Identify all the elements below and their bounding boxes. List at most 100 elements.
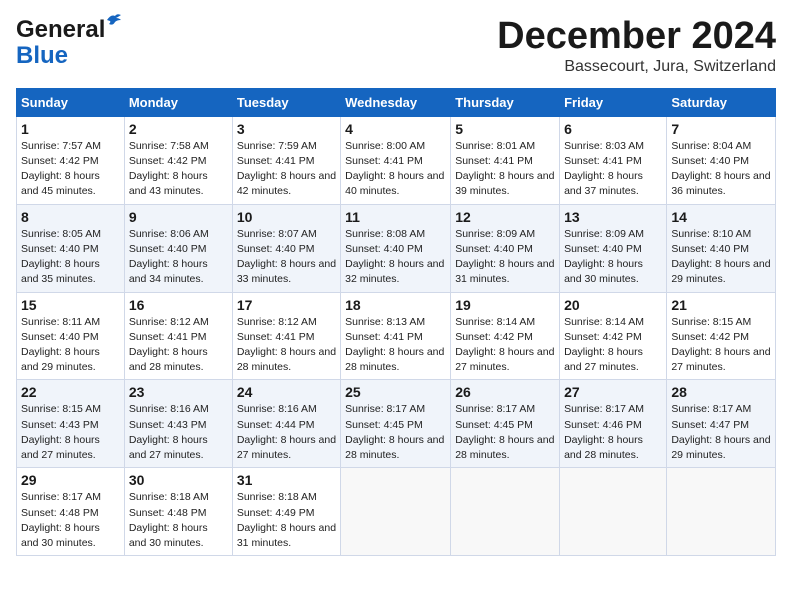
day-info: Sunrise: 8:16 AM Sunset: 4:43 PM Dayligh…	[129, 402, 228, 463]
day-info: Sunrise: 8:15 AM Sunset: 4:42 PM Dayligh…	[671, 315, 771, 376]
calendar-cell: 29Sunrise: 8:17 AM Sunset: 4:48 PM Dayli…	[17, 468, 125, 556]
day-number: 22	[21, 384, 120, 400]
day-info: Sunrise: 8:07 AM Sunset: 4:40 PM Dayligh…	[237, 227, 336, 288]
logo: General Blue	[16, 16, 105, 70]
day-info: Sunrise: 8:16 AM Sunset: 4:44 PM Dayligh…	[237, 402, 336, 463]
calendar-cell: 11Sunrise: 8:08 AM Sunset: 4:40 PM Dayli…	[341, 204, 451, 292]
day-info: Sunrise: 8:17 AM Sunset: 4:48 PM Dayligh…	[21, 490, 120, 551]
weekday-header-saturday: Saturday	[667, 88, 776, 116]
day-number: 24	[237, 384, 336, 400]
calendar-cell: 12 Sunrise: 8:09 AM Sunset: 4:40 PM Dayli…	[451, 204, 560, 292]
day-info: Sunrise: 8:10 AM Sunset: 4:40 PM Dayligh…	[671, 227, 771, 288]
day-number: 31	[237, 472, 336, 488]
calendar-cell: 20Sunrise: 8:14 AM Sunset: 4:42 PM Dayli…	[560, 292, 667, 380]
day-number: 13	[564, 209, 662, 225]
day-number: 23	[129, 384, 228, 400]
calendar-cell: 9 Sunrise: 8:06 AM Sunset: 4:40 PM Daylig…	[124, 204, 232, 292]
calendar-cell: 17 Sunrise: 8:12 AM Sunset: 4:41 PM Dayli…	[232, 292, 340, 380]
day-info: Sunrise: 8:12 AM Sunset: 4:41 PM Dayligh…	[129, 315, 228, 376]
day-number: 11	[345, 209, 446, 225]
day-number: 12	[455, 209, 555, 225]
calendar-cell: 22 Sunrise: 8:15 AM Sunset: 4:43 PM Dayli…	[17, 380, 125, 468]
day-number: 27	[564, 384, 662, 400]
calendar-cell	[341, 468, 451, 556]
day-info: Sunrise: 8:09 AM Sunset: 4:40 PM Dayligh…	[455, 227, 555, 288]
day-number: 5	[455, 121, 555, 137]
calendar-cell: 31 Sunrise: 8:18 AM Sunset: 4:49 PM Dayli…	[232, 468, 340, 556]
day-number: 28	[671, 384, 771, 400]
day-number: 9	[129, 209, 228, 225]
calendar-cell: 24 Sunrise: 8:16 AM Sunset: 4:44 PM Dayli…	[232, 380, 340, 468]
calendar-week-row: 8 Sunrise: 8:05 AM Sunset: 4:40 PM Daylig…	[17, 204, 776, 292]
weekday-header-friday: Friday	[560, 88, 667, 116]
day-number: 25	[345, 384, 446, 400]
calendar-cell: 10 Sunrise: 8:07 AM Sunset: 4:40 PM Dayli…	[232, 204, 340, 292]
day-number: 18	[345, 297, 446, 313]
calendar-cell: 8 Sunrise: 8:05 AM Sunset: 4:40 PM Daylig…	[17, 204, 125, 292]
calendar-week-row: 22 Sunrise: 8:15 AM Sunset: 4:43 PM Dayli…	[17, 380, 776, 468]
day-info: Sunrise: 8:18 AM Sunset: 4:49 PM Dayligh…	[237, 490, 336, 551]
calendar-cell: 5Sunrise: 8:01 AM Sunset: 4:41 PM Daylig…	[451, 116, 560, 204]
day-number: 7	[671, 121, 771, 137]
day-info: Sunrise: 8:13 AM Sunset: 4:41 PM Dayligh…	[345, 315, 446, 376]
calendar-cell	[667, 468, 776, 556]
calendar-cell: 18 Sunrise: 8:13 AM Sunset: 4:41 PM Dayli…	[341, 292, 451, 380]
day-info: Sunrise: 8:05 AM Sunset: 4:40 PM Dayligh…	[21, 227, 120, 288]
calendar-cell: 14 Sunrise: 8:10 AM Sunset: 4:40 PM Dayli…	[667, 204, 776, 292]
day-info: Sunrise: 8:09 AM Sunset: 4:40 PM Dayligh…	[564, 227, 662, 288]
day-number: 17	[237, 297, 336, 313]
location-subtitle: Bassecourt, Jura, Switzerland	[497, 58, 776, 76]
logo-blue: Blue	[16, 42, 68, 70]
calendar-cell: 7 Sunrise: 8:04 AM Sunset: 4:40 PM Daylig…	[667, 116, 776, 204]
calendar-cell	[451, 468, 560, 556]
weekday-header-row: SundayMondayTuesdayWednesdayThursdayFrid…	[17, 88, 776, 116]
calendar-cell	[560, 468, 667, 556]
day-info: Sunrise: 8:12 AM Sunset: 4:41 PM Dayligh…	[237, 315, 336, 376]
day-number: 14	[671, 209, 771, 225]
calendar-cell: 3 Sunrise: 7:59 AM Sunset: 4:41 PM Daylig…	[232, 116, 340, 204]
day-info: Sunrise: 7:59 AM Sunset: 4:41 PM Dayligh…	[237, 139, 336, 200]
calendar-week-row: 15 Sunrise: 8:11 AM Sunset: 4:40 PM Dayli…	[17, 292, 776, 380]
day-info: Sunrise: 8:18 AM Sunset: 4:48 PM Dayligh…	[129, 490, 228, 551]
logo-bird-icon	[105, 12, 123, 28]
day-info: Sunrise: 8:17 AM Sunset: 4:45 PM Dayligh…	[345, 402, 446, 463]
weekday-header-monday: Monday	[124, 88, 232, 116]
day-number: 6	[564, 121, 662, 137]
day-number: 3	[237, 121, 336, 137]
calendar-cell: 15 Sunrise: 8:11 AM Sunset: 4:40 PM Dayli…	[17, 292, 125, 380]
day-info: Sunrise: 8:11 AM Sunset: 4:40 PM Dayligh…	[21, 315, 120, 376]
month-title: December 2024	[497, 16, 776, 58]
day-number: 21	[671, 297, 771, 313]
calendar-cell: 25 Sunrise: 8:17 AM Sunset: 4:45 PM Dayli…	[341, 380, 451, 468]
day-number: 30	[129, 472, 228, 488]
day-number: 16	[129, 297, 228, 313]
calendar-cell: 23 Sunrise: 8:16 AM Sunset: 4:43 PM Dayli…	[124, 380, 232, 468]
calendar-week-row: 29Sunrise: 8:17 AM Sunset: 4:48 PM Dayli…	[17, 468, 776, 556]
day-number: 4	[345, 121, 446, 137]
calendar-cell: 21 Sunrise: 8:15 AM Sunset: 4:42 PM Dayli…	[667, 292, 776, 380]
day-info: Sunrise: 8:14 AM Sunset: 4:42 PM Dayligh…	[564, 315, 662, 376]
day-info: Sunrise: 8:00 AM Sunset: 4:41 PM Dayligh…	[345, 139, 446, 200]
day-info: Sunrise: 8:15 AM Sunset: 4:43 PM Dayligh…	[21, 402, 120, 463]
day-info: Sunrise: 8:06 AM Sunset: 4:40 PM Dayligh…	[129, 227, 228, 288]
day-info: Sunrise: 8:17 AM Sunset: 4:47 PM Dayligh…	[671, 402, 771, 463]
day-number: 8	[21, 209, 120, 225]
calendar-cell: 28 Sunrise: 8:17 AM Sunset: 4:47 PM Dayli…	[667, 380, 776, 468]
page-header: General Blue December 2024 Bassecourt, J…	[16, 16, 776, 76]
weekday-header-tuesday: Tuesday	[232, 88, 340, 116]
weekday-header-wednesday: Wednesday	[341, 88, 451, 116]
weekday-header-thursday: Thursday	[451, 88, 560, 116]
day-info: Sunrise: 8:03 AM Sunset: 4:41 PM Dayligh…	[564, 139, 662, 200]
calendar-week-row: 1Sunrise: 7:57 AM Sunset: 4:42 PM Daylig…	[17, 116, 776, 204]
calendar-cell: 26Sunrise: 8:17 AM Sunset: 4:45 PM Dayli…	[451, 380, 560, 468]
day-number: 26	[455, 384, 555, 400]
calendar-cell: 1Sunrise: 7:57 AM Sunset: 4:42 PM Daylig…	[17, 116, 125, 204]
day-info: Sunrise: 7:58 AM Sunset: 4:42 PM Dayligh…	[129, 139, 228, 200]
day-info: Sunrise: 7:57 AM Sunset: 4:42 PM Dayligh…	[21, 139, 120, 200]
day-number: 15	[21, 297, 120, 313]
day-info: Sunrise: 8:04 AM Sunset: 4:40 PM Dayligh…	[671, 139, 771, 200]
calendar-cell: 13 Sunrise: 8:09 AM Sunset: 4:40 PM Dayli…	[560, 204, 667, 292]
day-number: 19	[455, 297, 555, 313]
weekday-header-sunday: Sunday	[17, 88, 125, 116]
day-number: 10	[237, 209, 336, 225]
